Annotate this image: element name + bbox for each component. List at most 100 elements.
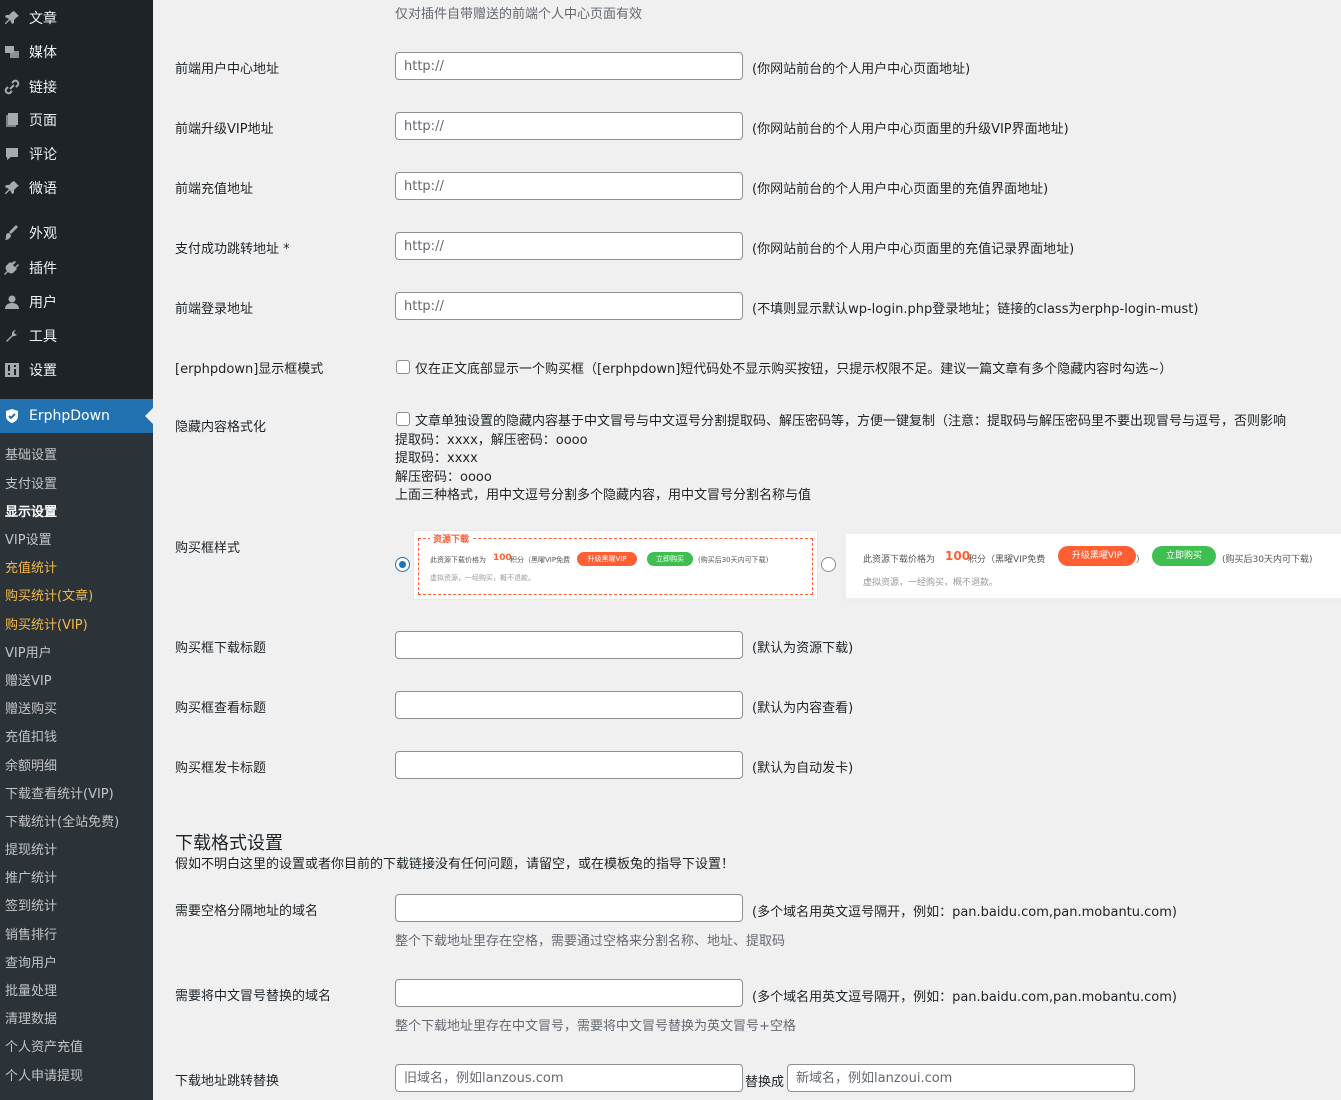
section-description: 假如不明白这里的设置或者你目前的下载链接没有任何问题，请留空，或在模板兔的指导下… bbox=[175, 857, 735, 872]
format-example-line: 提取码：xxxx bbox=[395, 451, 478, 466]
submenu-item-current[interactable]: 显示设置 bbox=[5, 501, 57, 520]
field-description: 整个下载地址里存在空格，需要通过空格来分割名称、地址、提取码 bbox=[395, 934, 786, 949]
submenu-item[interactable]: 支付设置 bbox=[5, 473, 57, 492]
field-label: 前端升级VIP地址 bbox=[175, 122, 274, 137]
submenu-item[interactable]: 下载查看统计(VIP) bbox=[5, 783, 114, 802]
field-hint: (你网站前台的个人用户中心页面里的充值记录界面地址) bbox=[752, 242, 1075, 257]
submenu-item[interactable]: 下载统计(全站免费) bbox=[5, 811, 119, 830]
menu-item-plugins[interactable]: 插件 bbox=[0, 253, 153, 283]
payment-success-url-input[interactable] bbox=[395, 232, 743, 260]
menu-item-posts[interactable]: 文章 bbox=[0, 3, 153, 33]
submenu-item[interactable]: 个人申请提现 bbox=[5, 1065, 83, 1084]
recharge-url-input[interactable] bbox=[395, 172, 743, 200]
field-label: 前端用户中心地址 bbox=[175, 62, 280, 77]
top-note: 仅对插件自带赠送的前端个人中心页面有效 bbox=[395, 7, 643, 22]
field-hint: (多个域名用英文逗号隔开，例如：pan.baidu.com,pan.mobant… bbox=[752, 990, 1177, 1005]
format-example-line: 上面三种格式，用中文逗号分割多个隐藏内容，用中文冒号分割名称与值 bbox=[395, 488, 812, 503]
field-label: 购买框查看标题 bbox=[175, 701, 267, 716]
settings-icon bbox=[3, 361, 21, 379]
submenu-item[interactable]: VIP设置 bbox=[5, 529, 52, 548]
card-title-input[interactable] bbox=[395, 751, 743, 779]
submenu-item[interactable]: 赠送VIP bbox=[5, 670, 52, 689]
menu-item-tools[interactable]: 工具 bbox=[0, 321, 153, 351]
shield-icon bbox=[3, 407, 21, 425]
box-style-2-preview: 此资源下载价格为 100 积分（黑曜VIP免费 升级黑曜VIP ） 立即购买 (… bbox=[842, 530, 1341, 602]
submenu-item[interactable]: 销售排行 bbox=[5, 924, 57, 943]
view-title-input[interactable] bbox=[395, 691, 743, 719]
settings-form: 仅对插件自带赠送的前端个人中心页面有效 前端用户中心地址 (你网站前台的个人用户… bbox=[153, 0, 1341, 1100]
submenu-item[interactable]: 基础设置 bbox=[5, 444, 57, 463]
field-label: [erphpdown]显示框模式 bbox=[175, 362, 324, 377]
page-icon bbox=[3, 111, 21, 129]
submenu-item[interactable]: 批量处理 bbox=[5, 980, 57, 999]
field-label: 购买框下载标题 bbox=[175, 641, 267, 656]
user-center-url-input[interactable] bbox=[395, 52, 743, 80]
preview-title: 资源下载 bbox=[430, 532, 473, 545]
pushpin-icon bbox=[3, 179, 21, 197]
display-mode-checkbox[interactable] bbox=[396, 360, 410, 374]
submenu-item[interactable]: 查询用户 bbox=[5, 952, 57, 971]
pushpin-icon bbox=[3, 9, 21, 27]
field-label: 前端充值地址 bbox=[175, 182, 254, 197]
field-hint: (默认为资源下载) bbox=[752, 641, 854, 656]
brush-icon bbox=[3, 224, 21, 242]
current-menu-arrow bbox=[145, 408, 153, 424]
submenu-item[interactable]: 购买统计(文章) bbox=[5, 585, 93, 604]
format-example-line: 解压密码：oooo bbox=[395, 470, 492, 485]
preview-text: 此资源下载价格为 bbox=[430, 556, 486, 564]
submenu-item[interactable]: 充值统计 bbox=[5, 557, 57, 576]
hidden-format-checkbox[interactable] bbox=[396, 412, 410, 426]
preview-text: 此资源下载价格为 bbox=[863, 555, 936, 565]
preview-after: (购买后30天内可下载) bbox=[1222, 555, 1313, 565]
preview-buy-button: 立即购买 bbox=[647, 552, 693, 566]
preview-buy-button: 立即购买 bbox=[1152, 546, 1216, 566]
menu-item-pages[interactable]: 页面 bbox=[0, 105, 153, 135]
submenu-item[interactable]: 推广统计 bbox=[5, 867, 57, 886]
menu-item-users[interactable]: 用户 bbox=[0, 287, 153, 317]
plugin-icon bbox=[3, 259, 21, 277]
admin-sidebar: 文章 媒体 链接 页面 评论 微语 外观 插件 用户 工具 设置 ErphpDo… bbox=[0, 0, 153, 1100]
submenu-item[interactable]: 充值扣钱 bbox=[5, 726, 57, 745]
submenu-item[interactable]: 个人资产充值 bbox=[5, 1036, 83, 1055]
preview-unit: 积分（黑曜VIP免费 bbox=[510, 556, 571, 564]
submenu-item[interactable]: VIP用户 bbox=[5, 642, 52, 661]
upgrade-vip-url-input[interactable] bbox=[395, 112, 743, 140]
preview-note: 虚拟资源，一经购买，概不退款。 bbox=[863, 578, 999, 588]
colon-domains-input[interactable] bbox=[395, 979, 743, 1007]
menu-item-erphpdown[interactable]: ErphpDown bbox=[0, 399, 153, 433]
field-label: 支付成功跳转地址 * bbox=[175, 242, 290, 257]
box-style-2-radio[interactable] bbox=[821, 557, 836, 572]
field-hint: (默认为内容查看) bbox=[752, 701, 854, 716]
old-domain-input[interactable] bbox=[395, 1064, 743, 1092]
submenu-item[interactable]: 余额明细 bbox=[5, 755, 57, 774]
field-label: 需要空格分隔地址的域名 bbox=[175, 904, 319, 919]
menu-item-appearance[interactable]: 外观 bbox=[0, 218, 153, 248]
submenu-item[interactable]: 签到统计 bbox=[5, 895, 57, 914]
field-hint: (默认为自动发卡) bbox=[752, 761, 854, 776]
submenu-item[interactable]: 清理数据 bbox=[5, 1008, 57, 1027]
field-label: 购买框发卡标题 bbox=[175, 761, 267, 776]
link-icon bbox=[3, 78, 21, 96]
preview-upgrade-button: 升级黑曜VIP bbox=[1058, 546, 1136, 566]
space-domains-input[interactable] bbox=[395, 894, 743, 922]
hidden-format-text: 文章单独设置的隐藏内容基于中文冒号与中文逗号分割提取码、解压密码等，方便一键复制… bbox=[415, 414, 1287, 429]
preview-price: 100 bbox=[493, 553, 512, 563]
submenu-item[interactable]: 提现统计 bbox=[5, 839, 57, 858]
menu-item-weiyu[interactable]: 微语 bbox=[0, 173, 153, 203]
preview-upgrade-button: 升级黑曜VIP bbox=[577, 552, 637, 566]
submenu-item[interactable]: 赠送购买 bbox=[5, 698, 57, 717]
menu-item-media[interactable]: 媒体 bbox=[0, 37, 153, 67]
menu-item-comments[interactable]: 评论 bbox=[0, 139, 153, 169]
field-label: 前端登录地址 bbox=[175, 302, 254, 317]
field-hint: (不填则显示默认wp-login.php登录地址；链接的class为erphp-… bbox=[752, 302, 1199, 317]
box-style-1-radio[interactable] bbox=[395, 557, 410, 572]
menu-item-links[interactable]: 链接 bbox=[0, 72, 153, 102]
replace-with-label: 替换成 bbox=[745, 1075, 785, 1090]
user-icon bbox=[3, 293, 21, 311]
menu-item-settings[interactable]: 设置 bbox=[0, 355, 153, 385]
submenu-item[interactable]: 购买统计(VIP) bbox=[5, 614, 88, 633]
field-hint: (多个域名用英文逗号隔开，例如：pan.baidu.com,pan.mobant… bbox=[752, 905, 1177, 920]
new-domain-input[interactable] bbox=[787, 1064, 1135, 1092]
login-url-input[interactable] bbox=[395, 292, 743, 320]
download-title-input[interactable] bbox=[395, 631, 743, 659]
